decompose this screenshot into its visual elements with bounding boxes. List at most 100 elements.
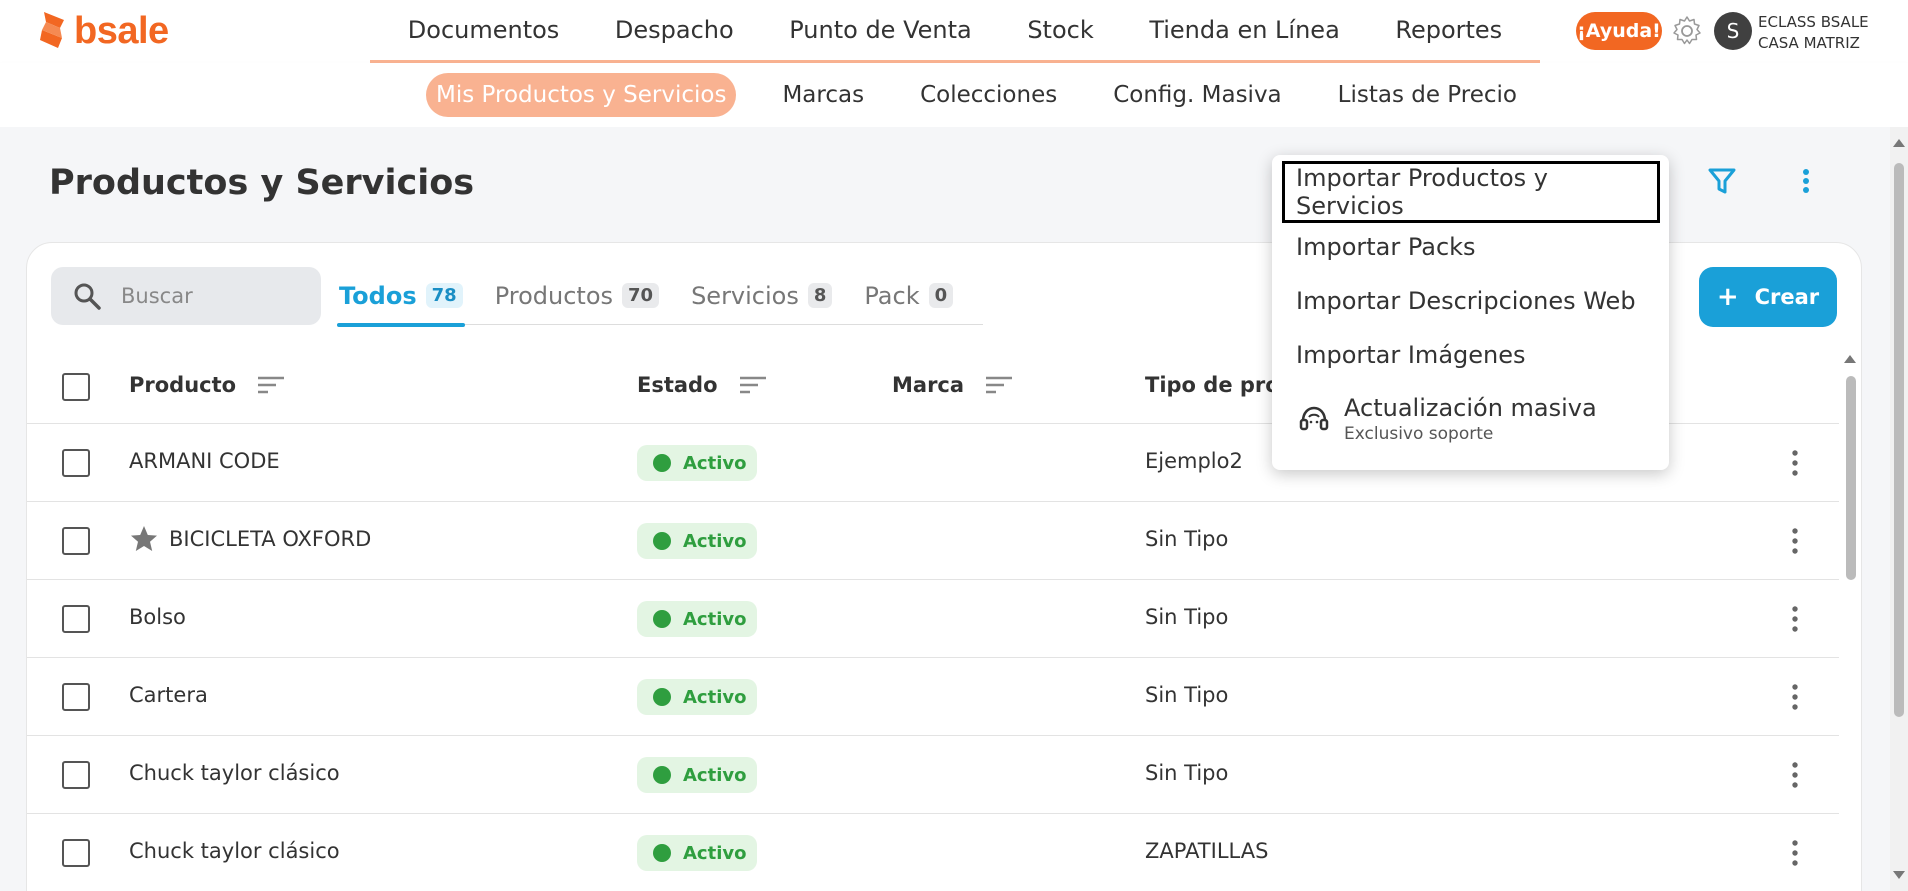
status-badge: Activo [637, 757, 757, 793]
tab-pack-label: Pack [864, 281, 920, 310]
menu-importar-packs[interactable]: Importar Packs [1296, 233, 1476, 261]
menu-importar-imagenes[interactable]: Importar Imágenes [1296, 341, 1526, 369]
page-scroll-up-arrow[interactable] [1893, 139, 1905, 147]
product-type: ZAPATILLAS [1145, 839, 1269, 863]
sort-icon[interactable] [256, 374, 286, 396]
product-tabs: Todos 78 Productos 70 Servicios 8 Pack 0 [337, 267, 984, 327]
tab-productos-label: Productos [494, 281, 613, 310]
status-badge: Activo [637, 523, 757, 559]
row-checkbox[interactable] [62, 761, 90, 789]
table-scrollbar[interactable] [1843, 351, 1857, 891]
product-type: Sin Tipo [1145, 683, 1229, 707]
create-label: Crear [1754, 285, 1820, 309]
menu-importar-descripciones[interactable]: Importar Descripciones Web [1296, 287, 1636, 315]
column-producto[interactable]: Producto [129, 373, 286, 397]
row-more-icon[interactable] [1787, 682, 1803, 712]
menu-importar-productos[interactable]: Importar Productos y Servicios [1282, 161, 1660, 223]
nav-documentos[interactable]: Documentos [408, 16, 560, 44]
status-dot [653, 766, 671, 784]
user-company-block[interactable]: ECLASS BSALE CASA MATRIZ [1758, 12, 1869, 54]
product-type: Sin Tipo [1145, 527, 1229, 551]
avatar[interactable]: S [1714, 12, 1752, 50]
page-scroll-down-arrow[interactable] [1893, 871, 1905, 879]
product-name[interactable]: ARMANI CODE [129, 449, 280, 473]
search-icon [74, 283, 101, 310]
filter-icon[interactable] [1706, 165, 1738, 197]
tab-todos-count: 78 [425, 283, 463, 308]
subnav-mis-productos[interactable]: Mis Productos y Servicios [426, 73, 737, 117]
row-more-icon[interactable] [1787, 838, 1803, 868]
help-button[interactable]: ¡Ayuda! [1576, 12, 1662, 50]
product-type: Sin Tipo [1145, 605, 1229, 629]
status-badge: Activo [637, 679, 757, 715]
product-name[interactable]: Bolso [129, 605, 186, 629]
status-dot [653, 454, 671, 472]
top-bar: bsale Documentos Despacho Punto de Venta… [0, 0, 1908, 63]
column-marca[interactable]: Marca [892, 373, 1014, 397]
status-label: Activo [683, 842, 747, 864]
product-name[interactable]: Cartera [129, 683, 208, 707]
search-input[interactable] [121, 284, 291, 308]
nav-punto-de-venta[interactable]: Punto de Venta [789, 16, 971, 44]
table-row[interactable]: BICICLETA OXFORD Activo Sin Tipo [27, 502, 1839, 580]
row-checkbox[interactable] [62, 449, 90, 477]
menu-actualizacion-masiva[interactable]: Actualización masiva Exclusivo soporte [1298, 393, 1597, 445]
status-label: Activo [683, 608, 747, 630]
row-checkbox[interactable] [62, 605, 90, 633]
bsale-logo-icon [40, 12, 64, 48]
row-checkbox[interactable] [62, 683, 90, 711]
table-row[interactable]: Chuck taylor clásico Activo Sin Tipo [27, 736, 1839, 814]
table-row[interactable]: Bolso Activo Sin Tipo [27, 580, 1839, 658]
company-name: ECLASS BSALE [1758, 13, 1869, 31]
sort-icon[interactable] [984, 374, 1014, 396]
status-dot [653, 610, 671, 628]
tab-productos[interactable]: Productos 70 [493, 267, 661, 325]
sort-icon[interactable] [738, 374, 768, 396]
page-scroll-thumb[interactable] [1894, 163, 1904, 717]
tab-servicios[interactable]: Servicios 8 [689, 267, 834, 325]
product-name: BICICLETA OXFORD [169, 527, 372, 551]
nav-tienda-en-linea[interactable]: Tienda en Línea [1149, 16, 1339, 44]
page-scrollbar[interactable] [1890, 127, 1908, 891]
table-scroll-thumb[interactable] [1846, 376, 1856, 580]
row-more-icon[interactable] [1787, 448, 1803, 478]
row-more-icon[interactable] [1787, 526, 1803, 556]
row-more-icon[interactable] [1787, 760, 1803, 790]
nav-stock[interactable]: Stock [1027, 16, 1093, 44]
tab-pack-count: 0 [928, 283, 954, 308]
tab-productos-count: 70 [622, 283, 660, 308]
product-type: Ejemplo2 [1145, 449, 1243, 473]
scroll-up-arrow[interactable] [1844, 355, 1856, 363]
tab-servicios-label: Servicios [691, 281, 799, 310]
column-estado[interactable]: Estado [637, 373, 768, 397]
subnav-marcas[interactable]: Marcas [754, 73, 892, 117]
support-subtitle: Exclusivo soporte [1344, 424, 1494, 444]
row-more-icon[interactable] [1787, 604, 1803, 634]
create-button[interactable]: + Crear [1699, 267, 1837, 327]
status-label: Activo [683, 686, 747, 708]
row-checkbox[interactable] [62, 527, 90, 555]
brand-logo[interactable]: bsale [38, 10, 169, 52]
page-title: Productos y Servicios [49, 163, 475, 203]
product-cell[interactable]: BICICLETA OXFORD [129, 524, 371, 554]
select-all-checkbox[interactable] [62, 373, 90, 401]
gear-icon[interactable] [1670, 14, 1704, 48]
table-row[interactable]: Chuck taylor clásico Activo ZAPATILLAS [27, 814, 1839, 891]
status-badge: Activo [637, 445, 757, 481]
row-checkbox[interactable] [62, 839, 90, 867]
product-name[interactable]: Chuck taylor clásico [129, 761, 340, 785]
subnav-colecciones[interactable]: Colecciones [892, 73, 1085, 117]
tab-pack[interactable]: Pack 0 [862, 267, 955, 325]
subnav-listas-de-precio[interactable]: Listas de Precio [1310, 73, 1545, 117]
column-estado-label: Estado [637, 373, 718, 397]
more-options-icon[interactable] [1794, 165, 1818, 197]
nav-reportes[interactable]: Reportes [1395, 16, 1502, 44]
more-options-menu: Importar Productos y Servicios Importar … [1272, 155, 1669, 470]
nav-despacho[interactable]: Despacho [615, 16, 734, 44]
table-row[interactable]: Cartera Activo Sin Tipo [27, 658, 1839, 736]
search-box[interactable] [51, 267, 321, 325]
tab-todos[interactable]: Todos 78 [337, 267, 465, 327]
column-producto-label: Producto [129, 373, 237, 397]
product-name[interactable]: Chuck taylor clásico [129, 839, 340, 863]
subnav-config-masiva[interactable]: Config. Masiva [1085, 73, 1309, 117]
